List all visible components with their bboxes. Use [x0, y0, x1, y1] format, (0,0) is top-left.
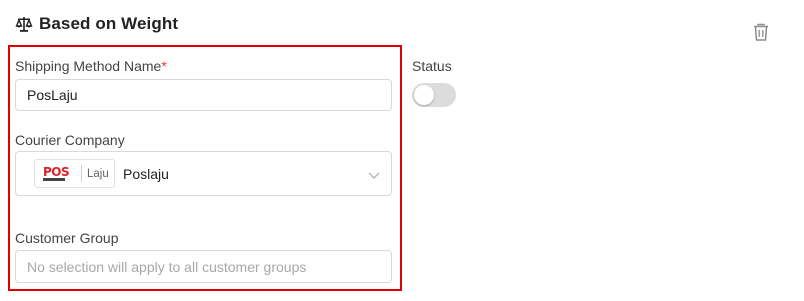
section-header: Based on Weight — [15, 13, 178, 35]
customer-group-select[interactable]: No selection will apply to all customer … — [15, 250, 392, 283]
toggle-knob — [414, 85, 434, 105]
svg-text:POS: POS — [43, 165, 69, 179]
logo-separator — [81, 165, 82, 182]
pos-logo-icon: POS — [43, 165, 70, 181]
section-title: Based on Weight — [39, 14, 179, 33]
courier-selected-value: Poslaju — [123, 165, 169, 182]
courier-company-label: Courier Company — [15, 132, 125, 148]
shipping-method-label: Shipping Method Name* — [15, 58, 167, 74]
poslaju-logo: POS Laju — [34, 159, 115, 188]
customer-group-label: Customer Group — [15, 230, 119, 246]
chevron-down-icon — [368, 168, 380, 180]
courier-company-select[interactable]: POS Laju Poslaju — [15, 151, 392, 196]
logo-sub-text: Laju — [87, 167, 109, 180]
shipping-method-name-input[interactable]: PosLaju — [15, 79, 392, 111]
status-toggle[interactable] — [412, 83, 456, 107]
trash-icon[interactable] — [751, 22, 771, 42]
weight-scale-icon — [15, 15, 33, 33]
status-label: Status — [412, 58, 452, 74]
required-mark: * — [161, 58, 167, 74]
